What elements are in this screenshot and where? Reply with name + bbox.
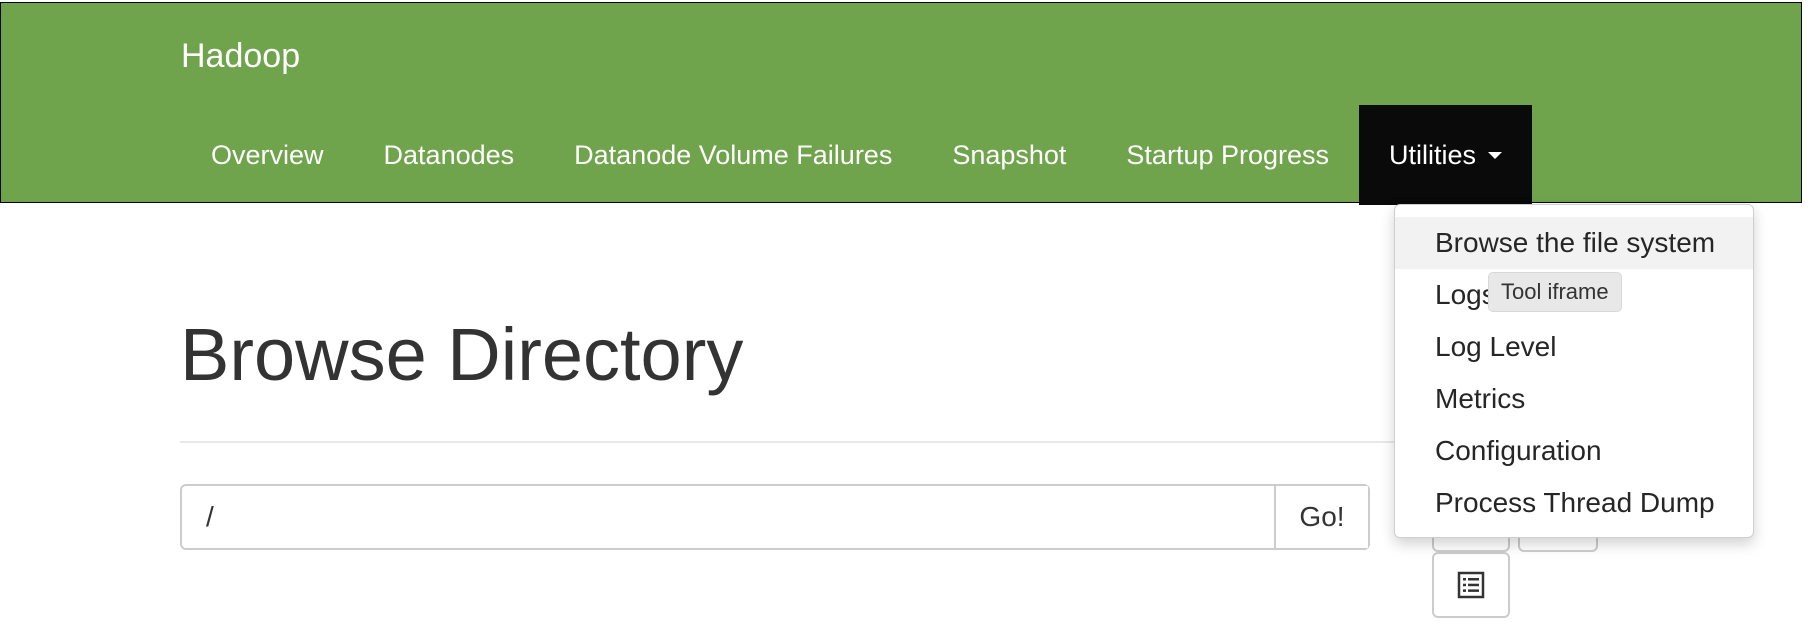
menu-item-process-thread-dump[interactable]: Process Thread Dump	[1395, 477, 1753, 529]
top-navbar: Hadoop Overview Datanodes Datanode Volum…	[0, 2, 1802, 205]
menu-item-log-level[interactable]: Log Level	[1395, 321, 1753, 373]
nav-datanodes[interactable]: Datanodes	[354, 105, 545, 205]
nav-overview[interactable]: Overview	[181, 105, 354, 205]
list-view-button[interactable]	[1432, 552, 1510, 618]
utilities-dropdown-menu: Browse the file system Logs Log Level Me…	[1394, 204, 1754, 538]
main-nav: Overview Datanodes Datanode Volume Failu…	[181, 105, 1533, 205]
menu-item-browse-file-system[interactable]: Browse the file system	[1395, 217, 1753, 269]
tooltip: Tool iframe	[1488, 272, 1622, 312]
brand-logo[interactable]: Hadoop	[181, 37, 300, 76]
path-input-group: Go!	[180, 484, 1370, 550]
caret-down-icon	[1488, 151, 1503, 159]
nav-datanodes-label: Datanodes	[383, 140, 515, 170]
nav-snapshot-label: Snapshot	[952, 140, 1067, 170]
nav-snapshot[interactable]: Snapshot	[922, 105, 1096, 205]
nav-startup-progress[interactable]: Startup Progress	[1096, 105, 1359, 205]
nav-startup-progress-label: Startup Progress	[1126, 140, 1330, 170]
page-title: Browse Directory	[180, 313, 744, 396]
list-icon	[1457, 571, 1485, 599]
directory-path-input[interactable]	[182, 486, 1274, 548]
menu-item-metrics[interactable]: Metrics	[1395, 373, 1753, 425]
go-button[interactable]: Go!	[1274, 486, 1368, 548]
nav-utilities-dropdown[interactable]: Utilities	[1359, 105, 1533, 205]
nav-volume-failures-label: Datanode Volume Failures	[574, 140, 893, 170]
title-divider	[180, 441, 1540, 443]
menu-item-configuration[interactable]: Configuration	[1395, 425, 1753, 477]
nav-datanode-volume-failures[interactable]: Datanode Volume Failures	[544, 105, 922, 205]
nav-utilities-label: Utilities	[1389, 140, 1477, 170]
nav-overview-label: Overview	[211, 140, 324, 170]
